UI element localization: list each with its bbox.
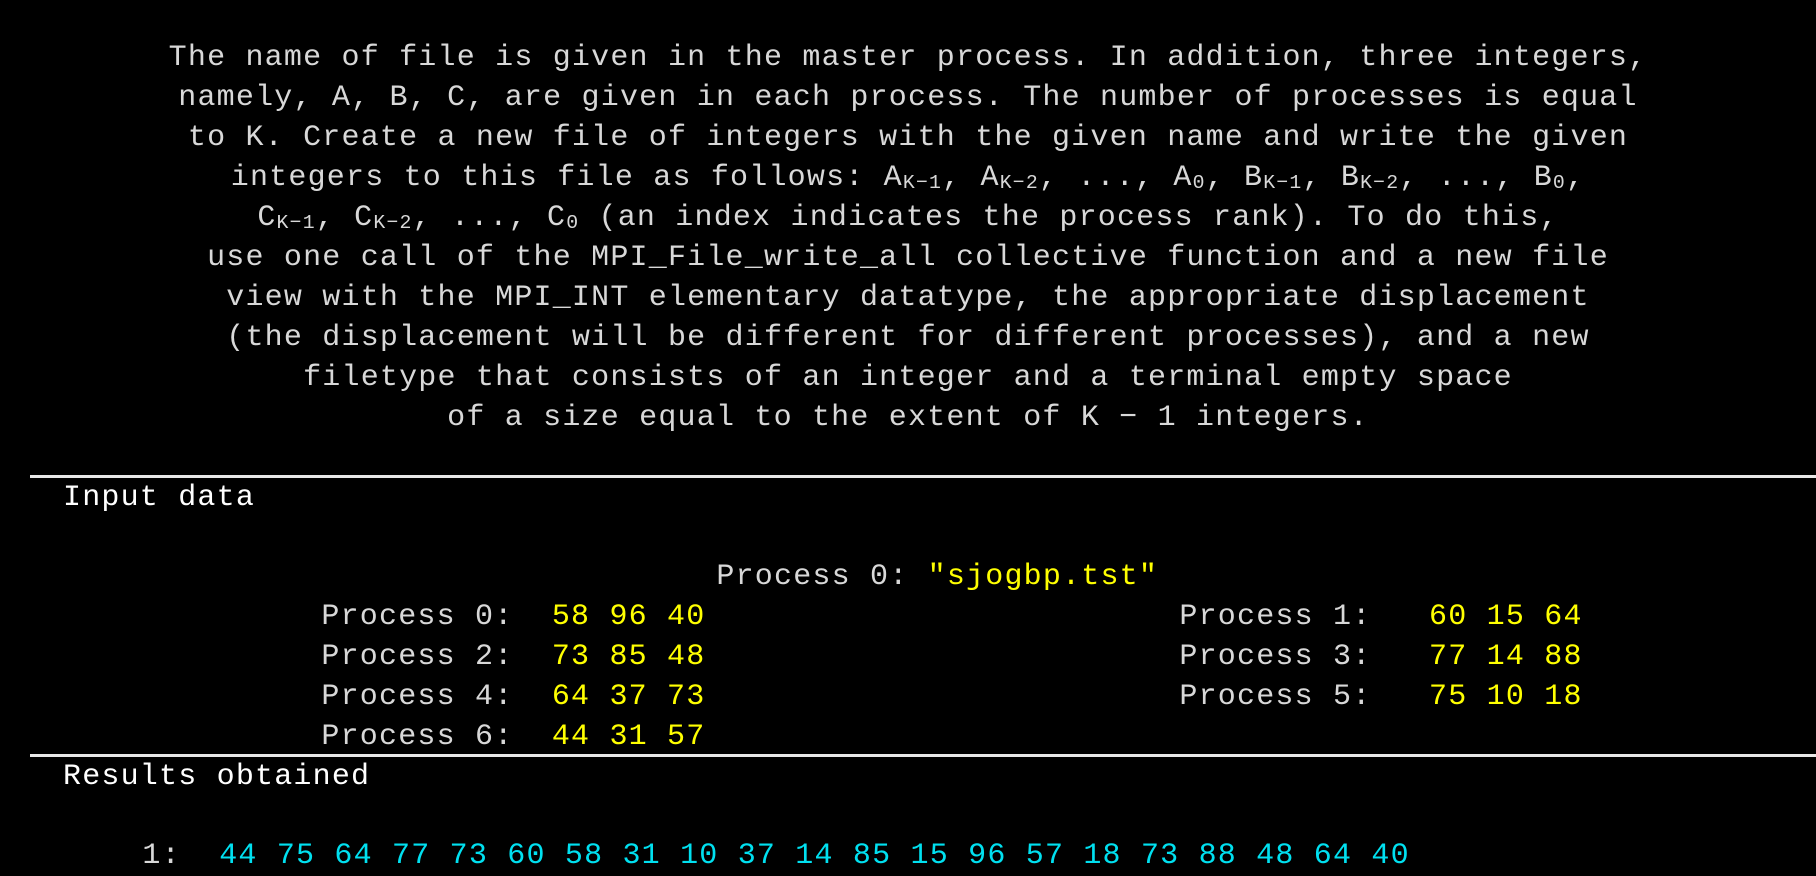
- result-line-label: 1:: [142, 839, 181, 873]
- process-values: 75 10 18: [1429, 680, 1583, 714]
- process-values: 44 31 57: [551, 720, 706, 754]
- task-line: (the displacement will be different for …: [226, 321, 1590, 355]
- result-values: 44 75 64 77 73 60 58 31 10 37 14 85 15 9…: [219, 839, 1410, 873]
- task-description: The name of file is given in the master …: [0, 38, 1816, 438]
- filename-row: Process 0: "sjogbp.tst": [678, 517, 1158, 594]
- process-row: Process 4: 64 37 73: [283, 637, 705, 714]
- task-line: filetype that consists of an integer and…: [303, 361, 1513, 395]
- task-line: of a size equal to the extent of K − 1 i…: [447, 401, 1369, 435]
- results-section-title: Results obtained: [63, 760, 371, 794]
- process-label: Process 6:: [321, 720, 514, 754]
- process-row: Process 2: 73 85 48: [283, 597, 705, 674]
- task-line: integers to this file as follows: AK−1, …: [230, 161, 1586, 195]
- filename-value: "sjogbp.tst": [927, 560, 1159, 594]
- result-row: 1: 44 75 64 77 73 60 58 31 10 37 14 85 1…: [104, 796, 1410, 873]
- task-line: namely, A, B, C, are given in each proce…: [178, 81, 1638, 115]
- process-row: Process 6: 44 31 57: [283, 677, 705, 754]
- process-label: Process 5:: [1179, 680, 1372, 714]
- task-line: view with the MPI_INT elementary datatyp…: [226, 281, 1590, 315]
- process-row: Process 5: 75 10 18: [1141, 637, 1583, 714]
- input-section-divider: [30, 475, 1816, 478]
- filename-label: Process 0:: [716, 560, 928, 594]
- process-row: Process 3: 77 14 88: [1141, 597, 1583, 674]
- process-row: Process 0: 58 96 40: [283, 557, 705, 634]
- input-section-title: Input data: [63, 481, 256, 515]
- task-line: use one call of the MPI_File_write_all c…: [207, 241, 1609, 275]
- process-row: Process 1: 60 15 64: [1141, 557, 1583, 634]
- task-line: The name of file is given in the master …: [168, 41, 1648, 75]
- task-line: CK−1, CK−2, ..., C0 (an index indicates …: [257, 201, 1559, 235]
- task-line: to K. Create a new file of integers with…: [187, 121, 1629, 155]
